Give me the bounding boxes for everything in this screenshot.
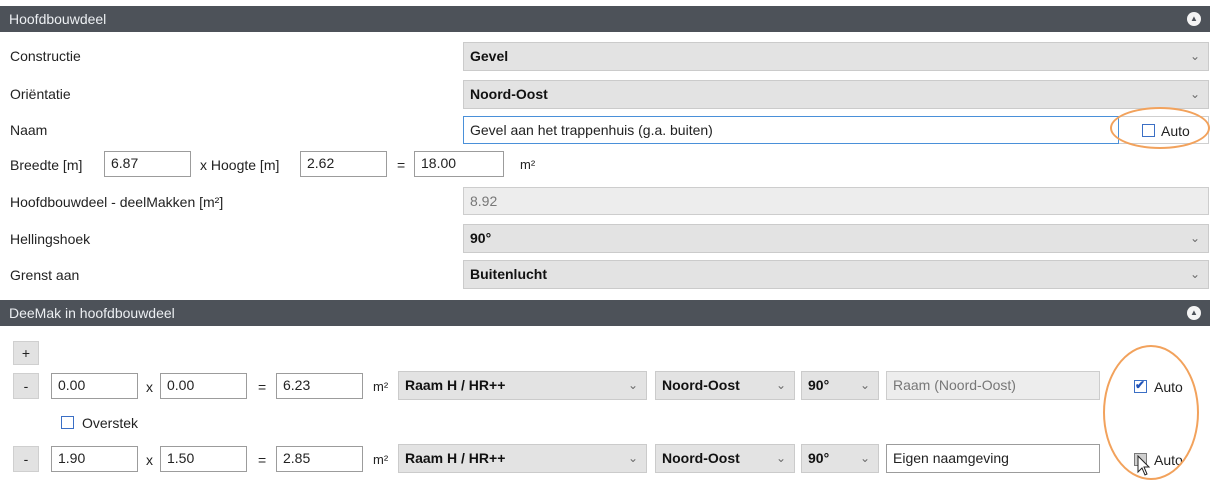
grenst-aan-label: Grenst aan <box>10 267 80 283</box>
chevron-down-icon: ⌄ <box>859 378 870 392</box>
chevron-down-icon: ⌄ <box>1189 267 1200 281</box>
row1-height-input[interactable]: 0.00 <box>160 373 247 399</box>
hellingshoek-label: Hellingshoek <box>10 231 91 247</box>
hellingshoek-value: 90° <box>470 230 492 246</box>
breedte-label: Breedte [m] <box>10 157 83 173</box>
chevron-down-icon: ⌄ <box>627 378 638 392</box>
deelmakken-value: 8.92 <box>463 187 1209 215</box>
equals-sign: = <box>397 157 406 173</box>
row2-height-input[interactable]: 1.50 <box>160 446 247 472</box>
highlight-circle <box>1110 107 1210 149</box>
row2-type-select[interactable]: Raam H / HR++ ⌄ <box>398 444 647 473</box>
hellingshoek-select[interactable]: 90° ⌄ <box>463 224 1209 253</box>
highlight-circle <box>1103 345 1199 480</box>
row1-area-input[interactable]: 6.23 <box>276 373 363 399</box>
row2-orientation-value: Noord-Oost <box>662 450 740 466</box>
hoogte-input[interactable]: 2.62 <box>300 151 387 177</box>
row1-angle-value: 90° <box>808 377 830 393</box>
naam-label: Naam <box>10 122 48 138</box>
overstek-checkbox[interactable] <box>61 416 74 429</box>
section-title: Hoofdbouwdeel <box>9 11 107 27</box>
row1-orientation-value: Noord-Oost <box>662 377 740 393</box>
area-unit: m² <box>520 157 536 172</box>
chevron-up-icon[interactable]: ▲ <box>1187 12 1201 26</box>
row1-width-input[interactable]: 0.00 <box>51 373 138 399</box>
row2-unit: m² <box>373 452 389 467</box>
orientatie-label: Oriëntatie <box>10 86 71 102</box>
row1-orientation-select[interactable]: Noord-Oost ⌄ <box>655 371 795 400</box>
deelmakken-label: Hoofdbouwdeel - deelMakken [m²] <box>10 194 224 210</box>
row1-unit: m² <box>373 379 389 394</box>
overstek-label: Overstek <box>82 415 139 431</box>
remove-row-button[interactable]: - <box>13 373 39 399</box>
grenst-aan-select[interactable]: Buitenlucht ⌄ <box>463 260 1209 289</box>
hoogte-label: x Hoogte [m] <box>200 157 280 173</box>
chevron-down-icon: ⌄ <box>1189 49 1200 63</box>
row1-type-value: Raam H / HR++ <box>405 377 506 393</box>
row1-angle-select[interactable]: 90° ⌄ <box>801 371 879 400</box>
orientatie-value: Noord-Oost <box>470 86 548 102</box>
row2-name-input[interactable]: Eigen naamgeving <box>886 444 1100 473</box>
row2-orientation-select[interactable]: Noord-Oost ⌄ <box>655 444 795 473</box>
chevron-down-icon: ⌄ <box>859 451 870 465</box>
orientatie-select[interactable]: Noord-Oost ⌄ <box>463 80 1209 109</box>
row2-angle-value: 90° <box>808 450 830 466</box>
row2-times: x <box>146 452 153 468</box>
constructie-select[interactable]: Gevel ⌄ <box>463 42 1209 71</box>
row1-times: x <box>146 379 153 395</box>
chevron-up-icon[interactable]: ▲ <box>1187 306 1201 320</box>
constructie-label: Constructie <box>10 48 81 64</box>
chevron-down-icon: ⌄ <box>775 451 786 465</box>
row2-type-value: Raam H / HR++ <box>405 450 506 466</box>
row2-equals: = <box>258 452 267 468</box>
grenst-aan-value: Buitenlucht <box>470 266 547 282</box>
remove-row-button[interactable]: - <box>13 446 39 472</box>
chevron-down-icon: ⌄ <box>775 378 786 392</box>
chevron-down-icon: ⌄ <box>1189 231 1200 245</box>
row2-angle-select[interactable]: 90° ⌄ <box>801 444 879 473</box>
constructie-value: Gevel <box>470 48 509 64</box>
area-input[interactable]: 18.00 <box>414 151 504 177</box>
naam-input[interactable]: Gevel aan het trappenhuis (g.a. buiten) <box>463 116 1119 144</box>
row1-type-select[interactable]: Raam H / HR++ ⌄ <box>398 371 647 400</box>
chevron-down-icon: ⌄ <box>627 451 638 465</box>
breedte-input[interactable]: 6.87 <box>104 151 191 177</box>
row1-name-input[interactable]: Raam (Noord-Oost) <box>886 371 1100 400</box>
row2-area-input[interactable]: 2.85 <box>276 446 363 472</box>
chevron-down-icon: ⌄ <box>1189 87 1200 101</box>
section-header-deelmak[interactable]: DeeMak in hoofdbouwdeel <box>0 300 1210 326</box>
add-deelmak-button[interactable]: + <box>13 341 39 365</box>
section-title: DeeMak in hoofdbouwdeel <box>9 305 175 321</box>
row2-width-input[interactable]: 1.90 <box>51 446 138 472</box>
row1-equals: = <box>258 379 267 395</box>
section-header-hoofdbouwdeel[interactable]: Hoofdbouwdeel <box>0 6 1210 32</box>
